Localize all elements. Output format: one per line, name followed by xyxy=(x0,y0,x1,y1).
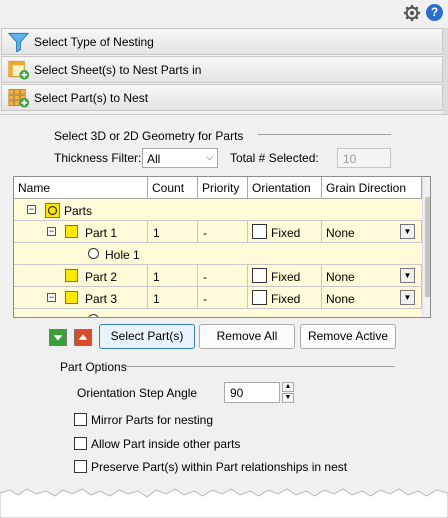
section-select-sheets[interactable]: Select Sheet(s) to Nest Parts in xyxy=(1,56,443,83)
preserve-relationships-label: Preserve Part(s) within Part relationshi… xyxy=(91,459,348,474)
orientation-checkbox[interactable] xyxy=(252,290,267,305)
orientation-checkbox[interactable] xyxy=(252,268,267,283)
grid-header: Name Count Priority Orientation Grain Di… xyxy=(14,177,422,199)
row-grain: None xyxy=(326,226,355,240)
row-name: Part 2 xyxy=(85,270,118,284)
preserve-relationships-option[interactable]: Preserve Part(s) within Part relationshi… xyxy=(74,459,347,474)
section-select-parts[interactable]: Select Part(s) to Nest xyxy=(1,84,443,111)
collapse-icon[interactable]: − xyxy=(47,227,56,236)
torn-edge-decoration xyxy=(0,488,448,518)
column-header-name[interactable]: Name xyxy=(14,177,148,198)
row-grain: None xyxy=(326,270,355,284)
spin-up-icon[interactable]: ▲ xyxy=(282,382,294,392)
allow-inside-label: Allow Part inside other parts xyxy=(91,436,241,451)
move-up-icon[interactable] xyxy=(74,329,92,346)
row-grain: None xyxy=(326,292,355,306)
parts-grid-add-icon xyxy=(8,88,30,108)
table-row[interactable]: Hole 1 xyxy=(14,243,422,265)
top-toolbar: ? xyxy=(0,0,448,28)
divider xyxy=(258,134,391,135)
grain-dropdown-icon[interactable]: ▼ xyxy=(400,224,415,239)
collapse-icon[interactable]: − xyxy=(47,293,56,302)
row-orientation: Fixed xyxy=(271,270,301,284)
remove-active-button[interactable]: Remove Active xyxy=(300,324,396,349)
table-row[interactable] xyxy=(14,309,422,317)
sheet-add-icon xyxy=(8,60,30,80)
row-orientation: Fixed xyxy=(271,226,301,240)
mirror-parts-label: Mirror Parts for nesting xyxy=(91,412,214,427)
select-parts-button[interactable]: Select Part(s) xyxy=(99,324,195,349)
table-row[interactable]: − Part 1 1 - Fixed None ▼ xyxy=(14,221,422,243)
outer-scrollbar[interactable] xyxy=(443,28,448,120)
row-count: 1 xyxy=(153,270,160,284)
collapse-icon[interactable]: − xyxy=(27,205,36,214)
row-count: 1 xyxy=(153,292,160,306)
thickness-filter-value: All xyxy=(147,152,161,166)
part-icon xyxy=(65,291,78,304)
mirror-parts-checkbox[interactable] xyxy=(74,413,87,427)
allow-inside-checkbox[interactable] xyxy=(74,437,87,451)
grid-scrollbar[interactable] xyxy=(422,177,430,317)
mirror-parts-option[interactable]: Mirror Parts for nesting xyxy=(74,412,213,427)
allow-inside-option[interactable]: Allow Part inside other parts xyxy=(74,436,240,451)
part-options-heading: Part Options xyxy=(60,360,127,374)
gear-icon[interactable] xyxy=(403,4,421,22)
column-header-count[interactable]: Count xyxy=(148,177,198,198)
row-name: Part 1 xyxy=(85,226,118,240)
table-row[interactable]: Part 2 1 - Fixed None ▼ xyxy=(14,265,422,287)
part-icon xyxy=(65,225,78,238)
total-selected-field: 10 xyxy=(337,148,391,168)
hole-icon xyxy=(88,248,99,259)
grain-dropdown-icon[interactable]: ▼ xyxy=(400,290,415,305)
divider xyxy=(124,366,395,367)
geometry-heading: Select 3D or 2D Geometry for Parts xyxy=(54,129,244,143)
funnel-icon xyxy=(7,32,30,53)
parts-grid[interactable]: Name Count Priority Orientation Grain Di… xyxy=(13,176,431,318)
orientation-step-angle-input[interactable]: 90 xyxy=(224,382,280,403)
scrollbar-thumb[interactable] xyxy=(425,197,430,297)
preserve-relationships-checkbox[interactable] xyxy=(74,460,87,474)
row-priority: - xyxy=(203,226,207,240)
section-label: Select Type of Nesting xyxy=(34,35,154,49)
spin-down-icon[interactable]: ▼ xyxy=(282,393,294,403)
help-icon[interactable]: ? xyxy=(426,4,443,21)
row-name: Parts xyxy=(64,204,93,218)
hole-icon xyxy=(88,314,99,317)
table-row[interactable]: − Parts xyxy=(14,199,422,221)
remove-all-button[interactable]: Remove All xyxy=(199,324,295,349)
orientation-step-angle-label: Orientation Step Angle xyxy=(77,386,198,400)
column-header-orientation[interactable]: Orientation xyxy=(248,177,322,198)
section-select-type-of-nesting[interactable]: Select Type of Nesting xyxy=(1,28,443,55)
column-header-priority[interactable]: Priority xyxy=(198,177,248,198)
orientation-checkbox[interactable] xyxy=(252,224,267,239)
row-name: Part 3 xyxy=(85,292,118,306)
part-group-icon xyxy=(45,203,60,218)
column-header-grain-direction[interactable]: Grain Direction xyxy=(322,177,422,198)
row-orientation: Fixed xyxy=(271,292,301,306)
thickness-filter-label: Thickness Filter: xyxy=(54,151,142,165)
row-name: Hole 1 xyxy=(105,248,140,262)
part-icon xyxy=(65,269,78,282)
grain-dropdown-icon[interactable]: ▼ xyxy=(400,268,415,283)
section-label: Select Sheet(s) to Nest Parts in xyxy=(34,63,202,77)
table-row[interactable]: − Part 3 1 - Fixed None ▼ xyxy=(14,287,422,309)
row-priority: - xyxy=(203,270,207,284)
total-selected-label: Total # Selected: xyxy=(230,151,319,165)
move-down-icon[interactable] xyxy=(49,329,67,346)
section-label: Select Part(s) to Nest xyxy=(34,91,149,105)
row-count: 1 xyxy=(153,226,160,240)
row-priority: - xyxy=(203,292,207,306)
chevron-down-icon: ⌵ xyxy=(206,152,213,162)
thickness-filter-select[interactable]: All ⌵ xyxy=(142,148,218,168)
